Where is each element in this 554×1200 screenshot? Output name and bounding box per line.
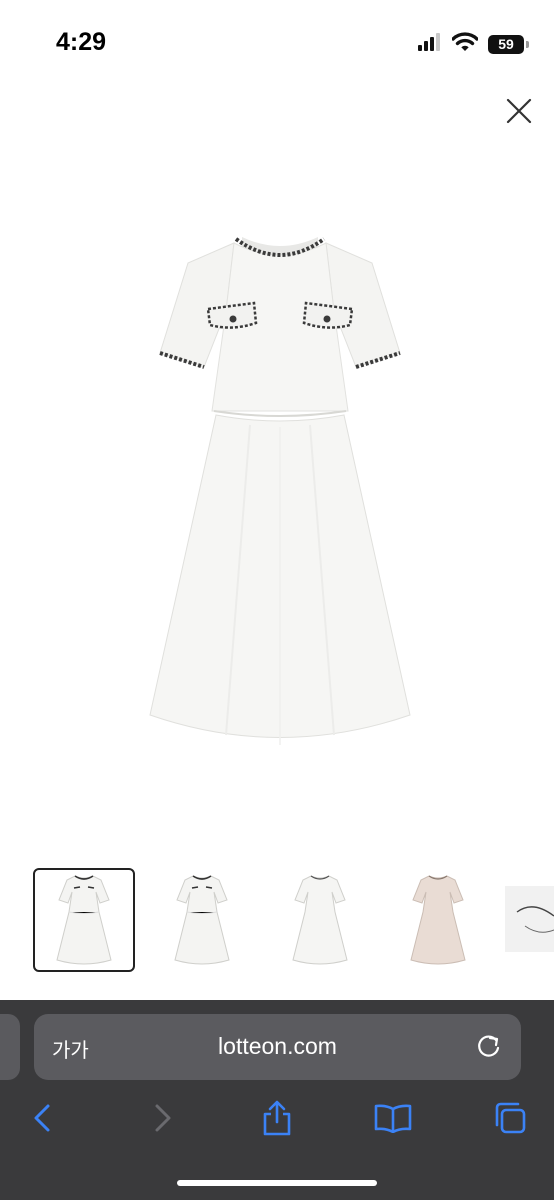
url-text[interactable]: lotteon.com (34, 1033, 521, 1060)
bookmarks-button[interactable] (373, 1098, 413, 1138)
thumbnail-5[interactable] (505, 886, 554, 952)
battery-tip (526, 40, 529, 48)
home-indicator[interactable] (177, 1180, 377, 1186)
thumbnail-4[interactable] (387, 868, 489, 972)
previous-tab-peek[interactable] (0, 1014, 20, 1080)
share-button[interactable] (257, 1098, 297, 1138)
close-button[interactable] (500, 92, 538, 130)
status-time: 4:29 (56, 28, 107, 56)
product-image (130, 215, 430, 775)
status-bar: 4:29 59 (0, 0, 554, 80)
bookmarks-icon (374, 1104, 412, 1133)
tabs-icon (495, 1102, 526, 1134)
back-button[interactable] (23, 1098, 63, 1138)
status-icons: 59 (418, 31, 529, 57)
wifi-icon (451, 31, 479, 57)
reload-icon[interactable] (475, 1033, 503, 1061)
forward-button[interactable] (142, 1098, 182, 1138)
share-icon (263, 1100, 291, 1136)
close-icon (506, 98, 532, 124)
address-bar[interactable]: 가가 lotteon.com (34, 1014, 521, 1080)
tabs-button[interactable] (490, 1098, 530, 1138)
cellular-signal-icon (418, 32, 442, 56)
thumbnail-2[interactable] (151, 868, 253, 972)
thumbnail-strip (0, 868, 554, 974)
back-icon (34, 1104, 50, 1132)
thumbnail-1[interactable] (33, 868, 135, 972)
battery-level: 59 (498, 36, 514, 52)
thumbnail-3[interactable] (269, 868, 371, 972)
battery-icon: 59 (488, 34, 529, 54)
browser-toolbar: 가가 lotteon.com (0, 1000, 554, 1200)
forward-icon (155, 1104, 171, 1132)
